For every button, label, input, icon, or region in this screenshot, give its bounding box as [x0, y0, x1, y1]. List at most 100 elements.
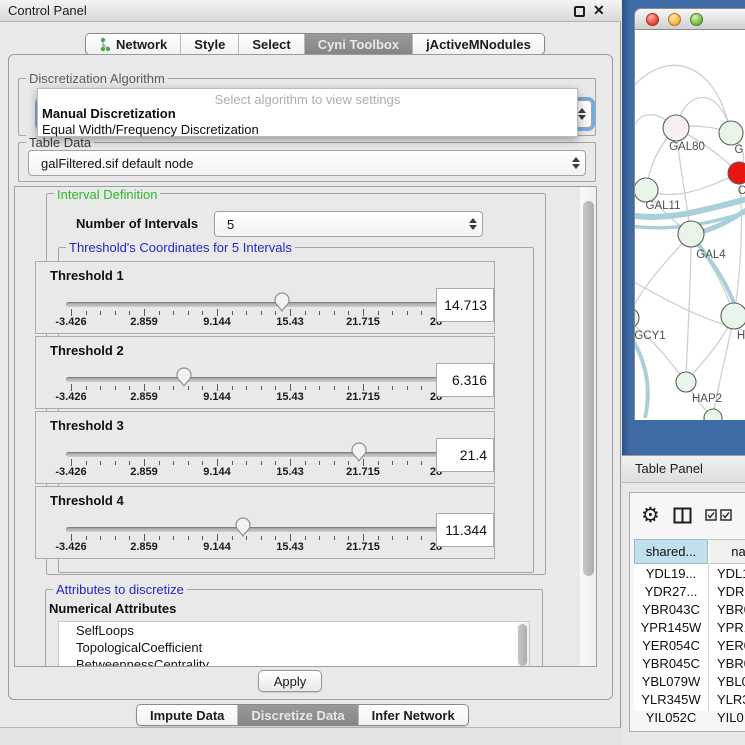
- settings-scrollbar[interactable]: [580, 187, 597, 667]
- threshold-value-field[interactable]: 14.713: [436, 288, 494, 322]
- split-columns-icon[interactable]: [673, 507, 692, 524]
- threshold-value-field[interactable]: 11.344: [436, 513, 494, 547]
- threshold-panel: Threshold 1 -3.4262.8599.14415.4321.7152…: [35, 261, 495, 334]
- tab-jactivemnodules[interactable]: jActiveMNodules: [413, 34, 544, 54]
- slider-handle[interactable]: [350, 441, 368, 462]
- cell-name: YBR0: [717, 656, 745, 671]
- checkbox-checked-icon[interactable]: [720, 509, 732, 521]
- network-node-h[interactable]: [721, 303, 745, 329]
- checkbox-checked-icon[interactable]: [705, 509, 717, 521]
- network-node-gal4[interactable]: [678, 221, 704, 247]
- axis-tick-label: -3.426: [55, 541, 86, 553]
- network-window-titlebar: [634, 8, 745, 30]
- combo-arrows-icon: [567, 157, 585, 169]
- threshold-panel: Threshold 2 -3.4262.8599.14415.4321.7152…: [35, 336, 495, 409]
- table-row[interactable]: YLR345W YLR3: [634, 692, 745, 710]
- top-tab-bar: NetworkStyleSelectCyni ToolboxjActiveMNo…: [85, 33, 545, 55]
- network-node-g[interactable]: [719, 121, 743, 145]
- slider-handle[interactable]: [273, 291, 291, 312]
- threshold-slider[interactable]: [66, 452, 441, 457]
- table-row[interactable]: YBR043CYBR0: [634, 602, 745, 620]
- network-node-gcy1[interactable]: [635, 308, 639, 328]
- tab-select[interactable]: Select: [239, 34, 304, 54]
- axis-tick-label: 15.43: [276, 466, 304, 478]
- minimize-traffic-icon[interactable]: [668, 13, 681, 26]
- numerical-attributes-list[interactable]: SelfLoopsTopologicalCoefficientBetweenne…: [58, 621, 530, 667]
- tab-impute-data[interactable]: Impute Data: [137, 705, 238, 725]
- axis-tick-label: 2.859: [130, 316, 158, 328]
- network-node-gal11[interactable]: [635, 178, 658, 202]
- table-row[interactable]: YPR145WYPR1: [634, 620, 745, 638]
- attribute-list-item[interactable]: BetweennessCentrality: [59, 656, 529, 667]
- algorithm-option[interactable]: Manual Discretization: [42, 106, 176, 121]
- network-canvas[interactable]: GAL80GCGAL11GAL4GCY1HHAP2: [634, 30, 745, 420]
- attribute-list-item[interactable]: TopologicalCoefficient: [59, 639, 529, 656]
- attributes-scrollbar[interactable]: [516, 622, 529, 667]
- attributes-area: Numerical Attributes SelfLoopsTopologica…: [45, 589, 543, 667]
- axis-tick-label: 21.715: [346, 466, 380, 478]
- table-grid: shared... na YDL19...YDL1YDR27...YDR2YBR…: [634, 539, 745, 711]
- threshold-slider[interactable]: [66, 377, 441, 382]
- axis-tick-label: -3.426: [55, 316, 86, 328]
- column-header-shared-name[interactable]: shared...: [634, 539, 708, 564]
- intervals-count-combobox[interactable]: 5: [214, 211, 483, 237]
- close-traffic-icon[interactable]: [646, 13, 659, 26]
- close-icon[interactable]: ✕: [593, 2, 605, 19]
- table-data-combobox[interactable]: galFiltered.sif default node: [28, 150, 586, 176]
- axis-tick-label: 15.43: [276, 391, 304, 403]
- control-panel-title: Control Panel: [8, 3, 87, 18]
- table-row[interactable]: YER054CYER0: [634, 638, 745, 656]
- threshold-value-field[interactable]: 21.4: [436, 438, 494, 472]
- network-node-c[interactable]: [728, 162, 745, 184]
- threshold-slider[interactable]: [66, 527, 441, 532]
- threshold-value-field[interactable]: 6.316: [436, 363, 494, 397]
- slider-handle[interactable]: [175, 366, 193, 387]
- axis-tick-label: -3.426: [55, 391, 86, 403]
- network-node-gal80[interactable]: [663, 115, 689, 141]
- table-row[interactable]: YDL19...YDL1: [634, 566, 745, 584]
- cell-shared-name: YIL052C: [634, 710, 708, 725]
- attribute-list-item[interactable]: SelfLoops: [59, 622, 529, 639]
- apply-button[interactable]: Apply: [258, 670, 322, 692]
- tab-infer-network[interactable]: Infer Network: [359, 705, 468, 725]
- table-row[interactable]: YDR27...YDR2: [634, 584, 745, 602]
- node-label: GCY1: [635, 330, 666, 342]
- table-row[interactable]: YBL079WYBL0: [634, 674, 745, 692]
- slider-handle[interactable]: [234, 516, 252, 537]
- column-header-name[interactable]: na: [709, 539, 745, 564]
- settings-scrollpane: Interval Definition Number of Intervals …: [14, 186, 597, 667]
- cell-shared-name: YBR045C: [634, 656, 708, 671]
- cell-name: YDR2: [717, 584, 745, 599]
- algorithm-option[interactable]: Equal Width/Frequency Discretization: [42, 122, 259, 137]
- cell-name: YIL0: [717, 710, 744, 725]
- algorithm-dropdown-popup: Select algorithm to view settings Manual…: [37, 88, 578, 137]
- cell-shared-name: YLR345W: [634, 692, 708, 707]
- gear-icon[interactable]: ⚙: [641, 505, 660, 526]
- zoom-traffic-icon[interactable]: [690, 13, 703, 26]
- coords-group-title: Threshold's Coordinates for 5 Intervals: [66, 240, 295, 255]
- cell-shared-name: YBL079W: [634, 674, 708, 689]
- node-table: ⚙ shared... na YDL19...YDL1YDR27...YDR2: [629, 492, 745, 732]
- axis-tick-label: 21.715: [346, 391, 380, 403]
- tab-cyni-toolbox[interactable]: Cyni Toolbox: [305, 34, 413, 54]
- tab-network[interactable]: Network: [86, 34, 181, 54]
- threshold-slider[interactable]: [66, 302, 441, 307]
- axis-tick-label: 9.144: [203, 466, 231, 478]
- table-panel-title: Table Panel: [635, 461, 703, 476]
- table-row[interactable]: YIL052C YIL0: [634, 710, 745, 728]
- float-window-icon[interactable]: [574, 6, 585, 17]
- tab-discretize-data[interactable]: Discretize Data: [238, 705, 358, 725]
- tab-style[interactable]: Style: [181, 34, 239, 54]
- combo-arrows-icon: [464, 218, 482, 230]
- cell-shared-name: YDL19...: [634, 566, 708, 581]
- network-node-hap2[interactable]: [676, 372, 696, 392]
- axis-tick-label: 21.715: [346, 316, 380, 328]
- axis-tick-label: 2.859: [130, 391, 158, 403]
- numerical-attributes-label: Numerical Attributes: [49, 601, 176, 616]
- table-row[interactable]: YBR045C YBR0: [634, 656, 745, 674]
- cell-name: YLR3: [717, 692, 745, 707]
- intervals-count-label: Number of Intervals: [76, 216, 198, 231]
- node-label: GAL80: [669, 141, 705, 153]
- cell-name: YBR0: [717, 602, 745, 617]
- node-label: G: [735, 144, 744, 156]
